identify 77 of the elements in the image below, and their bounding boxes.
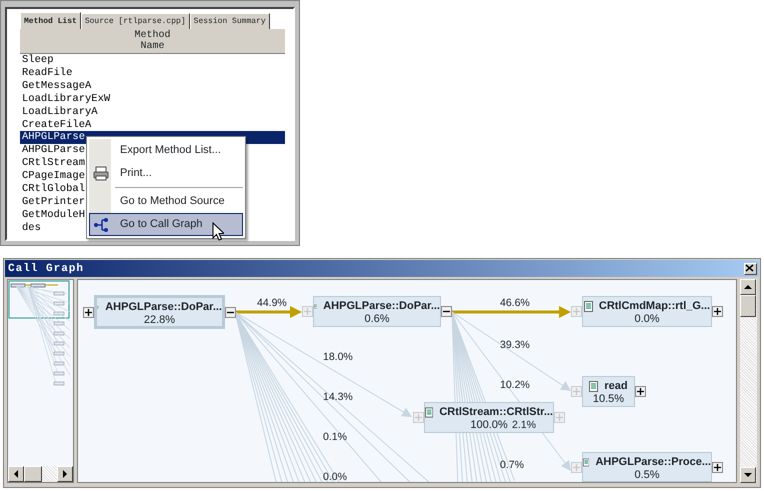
left-arrow-icon [13,470,19,478]
edge-label: 14.3% [323,391,353,403]
plus-icon [572,387,581,396]
node-name: CRtlCmdMap::rtl_G... [598,300,710,313]
menu-item[interactable]: Print... [89,162,243,185]
edge-label: 46.6% [500,297,530,309]
vertical-scrollbar[interactable] [740,279,757,483]
node-percent: 22.8% [144,314,176,327]
expand-callees-button[interactable] [635,386,646,397]
down-arrow-icon [744,472,752,478]
expand-callees-button[interactable] [712,306,723,317]
menu-item[interactable]: Go to Method Source [89,190,243,213]
node-percent: 0.0% [634,313,660,326]
close-icon [745,264,754,272]
column-header[interactable]: Method Name [20,29,285,54]
method-row[interactable]: ReadFile [20,66,285,80]
expand-callees-button[interactable] [225,306,236,318]
plus-icon [84,308,93,316]
edge-label: 0.0% [323,471,347,482]
edge-label: 10.2% [500,379,530,391]
edge-label: 18.0% [323,351,353,363]
document-icon [425,407,434,418]
graph-icon [93,216,109,232]
method-row[interactable]: LoadLibraryExW [20,92,285,106]
up-arrow-icon [744,284,752,290]
edge-label: 2.1% [512,419,536,431]
horizontal-scrollbar[interactable] [8,466,73,482]
method-row[interactable]: Sleep [20,54,285,67]
tab[interactable]: Method List [20,12,81,29]
document-icon [589,381,598,392]
plus-icon [636,387,645,396]
expand-callees-button[interactable] [441,306,452,317]
scroll-down-button[interactable] [740,467,756,483]
graph-node[interactable]: read 10.5% [582,376,635,407]
plus-icon [555,413,564,422]
scroll-up-button[interactable] [740,279,756,295]
document-icon [583,457,590,468]
plus-icon [572,307,581,316]
plus-icon [303,307,312,316]
close-button[interactable] [744,262,757,274]
scroll-thumb[interactable] [740,295,756,317]
scroll-left-button[interactable] [8,466,24,482]
graph-node[interactable]: AHPGLParse::DoPar... 22.8% [94,295,225,329]
plus-icon [572,462,581,472]
plus-icon [713,462,722,472]
graph-node[interactable]: AHPGLParse::Proce... 0.5% [582,452,712,482]
node-name: read [604,380,628,393]
node-name: CRtlStream::CRtlStr... [439,406,553,419]
edge-label: 39.3% [500,339,530,351]
node-percent: 0.6% [364,313,390,326]
expand-callers-button[interactable] [83,306,94,318]
printer-icon [93,166,109,182]
tab[interactable]: Session Summary [190,13,270,29]
plus-icon [414,413,423,422]
node-name: AHPGLParse::DoPar... [105,301,222,314]
expand-callees-button[interactable] [712,462,723,472]
node-name: AHPGLParse::Proce... [595,456,711,469]
graph-node[interactable]: AHPGLParse::DoPar... 0.6% [313,296,441,327]
scroll-right-button[interactable] [57,466,73,482]
edge-label: 0.1% [323,431,347,443]
method-row[interactable]: LoadLibraryA [20,106,285,119]
right-arrow-icon [62,470,68,478]
plus-icon [713,307,722,316]
method-row[interactable]: CreateFileA [20,118,285,132]
edge-label: 0.7% [500,459,524,471]
node-name: AHPGLParse::DoPar... [323,300,440,313]
node-percent: 0.5% [634,469,660,482]
document-icon [584,301,593,312]
scroll-thumb[interactable] [24,466,42,482]
menu-item[interactable]: Export Method List... [89,139,243,162]
window-title: Call Graph [8,262,84,274]
edge-label: 44.9% [257,297,287,309]
tab[interactable]: Source [rtlparse.cpp] [80,13,190,29]
method-row[interactable]: GetMessageA [20,80,285,93]
node-percent: 100.0% [470,419,508,432]
graph-node[interactable]: CRtlCmdMap::rtl_G... 0.0% [582,296,712,327]
node-percent: 10.5% [592,393,624,406]
